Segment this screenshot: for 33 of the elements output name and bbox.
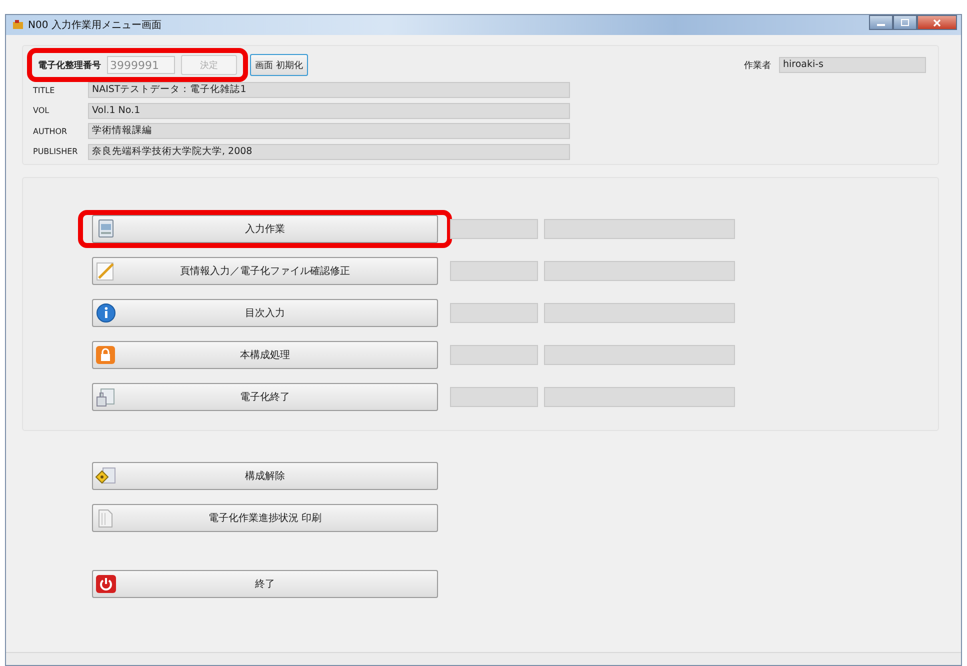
reset-button[interactable]: 画面 初期化 [250, 54, 308, 76]
minimize-button[interactable] [869, 15, 893, 30]
info-icon [95, 303, 117, 323]
task-button[interactable]: 入力作業 [92, 215, 438, 243]
field-label: PUBLISHER [33, 147, 79, 156]
maximize-button[interactable] [893, 15, 917, 30]
field-value: 奈良先端科学技術大学院大学, 2008 [88, 144, 570, 160]
task-button[interactable]: 電子化終了 [92, 383, 438, 411]
menu-button[interactable]: 構成解除 [92, 462, 438, 490]
window-title: N00 入力作業用メニュー画面 [28, 18, 162, 32]
field-label: AUTHOR [33, 126, 68, 136]
close-button[interactable] [917, 15, 957, 30]
close-icon [933, 18, 941, 26]
worker-field: hiroaki-s [779, 57, 926, 73]
task-button[interactable]: 頁情報入力／電子化ファイル確認修正 [92, 257, 438, 285]
maximize-icon [901, 19, 909, 26]
warning-icon [95, 466, 117, 486]
worker-label: 作業者 [744, 60, 771, 72]
field-label: TITLE [33, 86, 56, 95]
power-icon [95, 574, 117, 594]
record-number-label: 電子化整理番号 [38, 59, 101, 72]
app-icon [12, 19, 24, 31]
task-button[interactable]: 目次入力 [92, 299, 438, 327]
field-value: Vol.1 No.1 [88, 102, 570, 119]
menu-button[interactable]: 電子化作業進捗状況 印刷 [92, 504, 438, 532]
field-value: NAISTテストデータ：電子化雑誌1 [88, 82, 570, 98]
pencil-icon [95, 261, 117, 281]
package-icon [95, 387, 117, 407]
exit-button[interactable]: 終了 [92, 570, 438, 598]
field-value: 学術情報課編 [88, 123, 570, 140]
field-label: VOL [33, 106, 50, 116]
padlock-icon [95, 345, 117, 365]
task-button[interactable]: 本構成処理 [92, 341, 438, 369]
